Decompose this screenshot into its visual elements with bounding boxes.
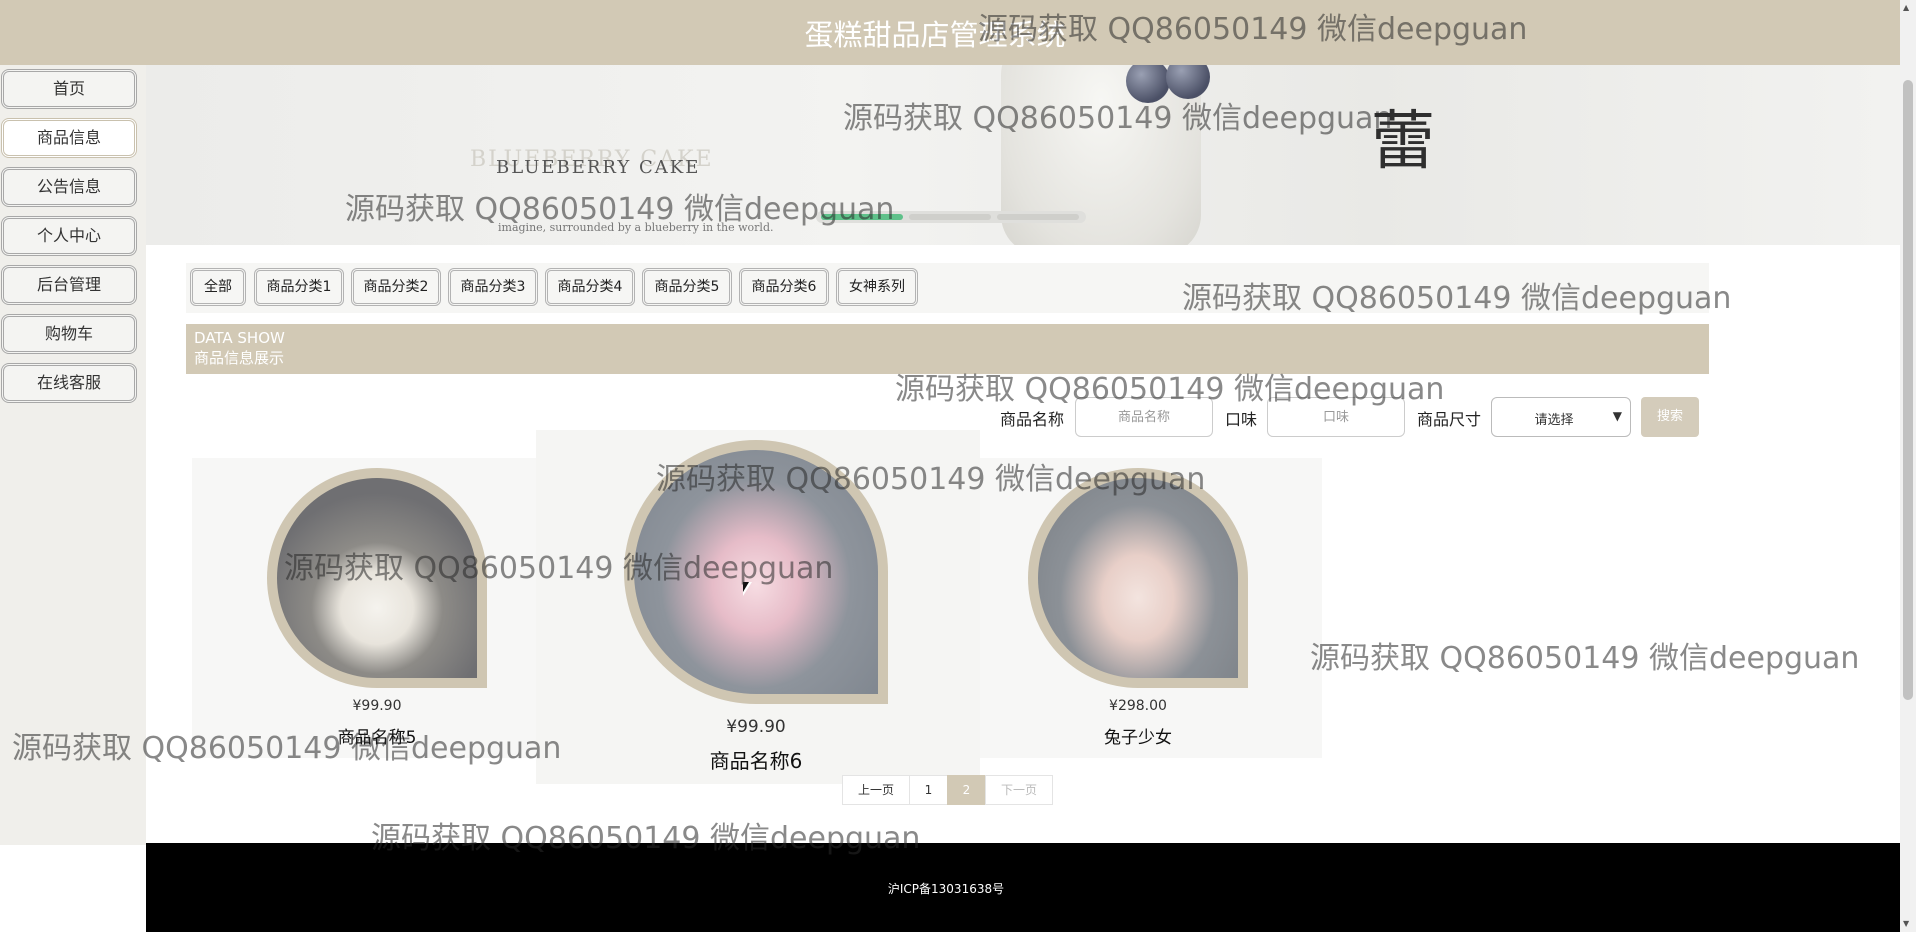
category-all[interactable]: 全部 xyxy=(190,268,246,306)
sidebar-item-profile[interactable]: 个人中心 xyxy=(1,216,137,256)
sidebar-item-home[interactable]: 首页 xyxy=(1,69,137,109)
site-title: 蛋糕甜品店管理系统 xyxy=(804,18,1066,52)
size-select[interactable]: 请选择 ▼ xyxy=(1491,397,1631,437)
category-5[interactable]: 商品分类5 xyxy=(642,268,732,306)
sidebar-item-service[interactable]: 在线客服 xyxy=(1,363,137,403)
category-2[interactable]: 商品分类2 xyxy=(351,268,441,306)
top-header: 蛋糕甜品店管理系统 xyxy=(0,0,1900,65)
product-price: ¥298.00 xyxy=(1109,698,1167,714)
section-title-cn: 商品信息展示 xyxy=(194,349,285,367)
sidebar-item-notices[interactable]: 公告信息 xyxy=(1,167,137,207)
sidebar-item-admin[interactable]: 后台管理 xyxy=(1,265,137,305)
carousel-indicator xyxy=(816,211,1086,223)
page: 蛋糕甜品店管理系统 首页 商品信息 公告信息 个人中心 后台管理 购物车 在线客… xyxy=(0,0,1916,932)
category-1[interactable]: 商品分类1 xyxy=(254,268,344,306)
category-6[interactable]: 商品分类6 xyxy=(739,268,829,306)
category-4[interactable]: 商品分类4 xyxy=(545,268,635,306)
footer: 沪ICP备13031638号 xyxy=(146,843,1900,932)
product-name[interactable]: 商品名称6 xyxy=(624,745,888,774)
product-name[interactable]: 兔子少女 xyxy=(1028,723,1248,748)
category-bar: 全部 商品分类1 商品分类2 商品分类3 商品分类4 商品分类5 商品分类6 女… xyxy=(186,263,1709,313)
watermark: 源码获取 QQ86050149 微信deepguan xyxy=(1310,641,1860,676)
chevron-down-icon: ▼ xyxy=(1612,409,1622,423)
scrollbar-thumb[interactable] xyxy=(1903,80,1913,700)
section-title-en: DATA SHOW xyxy=(194,329,285,347)
taste-search-input[interactable] xyxy=(1267,397,1405,437)
icp-record: 沪ICP备13031638号 xyxy=(887,882,1005,896)
product-image[interactable] xyxy=(267,468,487,688)
carousel-dot[interactable] xyxy=(821,214,903,220)
section-heading: DATA SHOW 商品信息展示 xyxy=(186,324,1709,374)
banner-glyph: 蕾 xyxy=(1371,105,1435,179)
banner-heading: BLUEBERRY CAKE xyxy=(496,157,701,178)
product-image[interactable] xyxy=(1028,468,1248,688)
carousel-dot[interactable] xyxy=(997,214,1079,220)
taste-label: 口味 xyxy=(1225,410,1258,429)
prev-page-button[interactable]: 上一页 xyxy=(842,775,910,805)
page-button-2[interactable]: 2 xyxy=(947,775,986,805)
sidebar-item-products[interactable]: 商品信息 xyxy=(1,118,137,158)
banner-carousel[interactable]: BLUEBERRY CAKE BLUEBERRY CAKE imagine, s… xyxy=(146,65,1900,245)
next-page-button[interactable]: 下一页 xyxy=(985,775,1053,805)
scroll-down-arrow-icon[interactable]: ▼ xyxy=(1903,919,1909,928)
sidebar-item-cart[interactable]: 购物车 xyxy=(1,314,137,354)
carousel-dot[interactable] xyxy=(909,214,991,220)
size-label: 商品尺寸 xyxy=(1417,410,1482,429)
product-image[interactable] xyxy=(624,440,888,704)
search-button[interactable]: 搜索 xyxy=(1641,397,1699,437)
size-select-value: 请选择 xyxy=(1534,413,1574,428)
name-search-input[interactable] xyxy=(1075,397,1213,437)
page-button-1[interactable]: 1 xyxy=(909,775,948,805)
product-name[interactable]: 商品名称5 xyxy=(267,723,487,748)
banner-tagline: imagine, surrounded by a blueberry in th… xyxy=(498,221,774,234)
product-photo xyxy=(277,478,477,678)
product-photo xyxy=(634,450,878,694)
product-price: ¥99.90 xyxy=(352,698,402,714)
name-label: 商品名称 xyxy=(1000,410,1065,429)
category-goddess[interactable]: 女神系列 xyxy=(836,268,918,306)
scroll-up-arrow-icon[interactable]: ▲ xyxy=(1903,3,1909,12)
product-price: ¥99.90 xyxy=(726,717,786,737)
sidebar-nav: 首页 商品信息 公告信息 个人中心 后台管理 购物车 在线客服 xyxy=(0,65,146,845)
category-3[interactable]: 商品分类3 xyxy=(448,268,538,306)
mouse-pointer-icon xyxy=(743,582,752,596)
product-photo xyxy=(1038,478,1238,678)
